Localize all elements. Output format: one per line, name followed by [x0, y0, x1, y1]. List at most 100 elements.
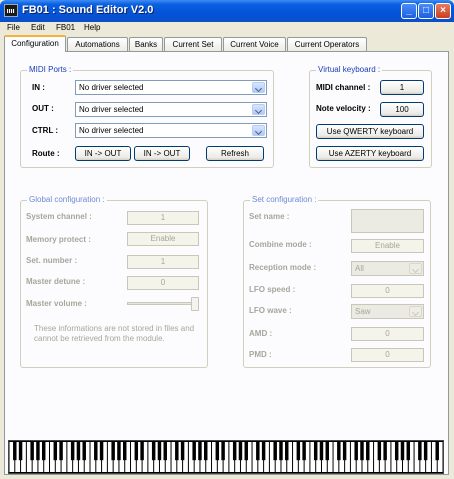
black-key[interactable] — [117, 441, 121, 461]
tab-automations[interactable]: Automations — [67, 37, 128, 51]
black-key[interactable] — [400, 441, 405, 461]
black-key[interactable] — [418, 441, 422, 461]
menu-fb01[interactable]: FB01 — [56, 23, 75, 32]
black-key[interactable] — [360, 441, 364, 461]
black-key[interactable] — [111, 441, 115, 461]
chevron-down-icon[interactable] — [252, 125, 265, 136]
black-key[interactable] — [204, 441, 208, 461]
in-port-select[interactable]: No driver selected — [75, 80, 267, 95]
black-key[interactable] — [435, 441, 439, 461]
black-key[interactable] — [82, 441, 86, 461]
menu-help[interactable]: Help — [84, 23, 100, 32]
pmd-field[interactable]: 0 — [351, 348, 424, 362]
amd-field[interactable]: 0 — [351, 327, 424, 341]
black-key[interactable] — [53, 441, 58, 461]
tab-current-set[interactable]: Current Set — [164, 37, 222, 51]
system-channel-field[interactable]: 1 — [127, 211, 199, 225]
black-key[interactable] — [244, 441, 248, 461]
tab-banks[interactable]: Banks — [129, 37, 163, 51]
close-button[interactable]: × — [435, 3, 451, 19]
black-key[interactable] — [151, 441, 156, 461]
qwerty-keyboard-button[interactable]: Use QWERTY keyboard — [316, 124, 424, 139]
black-key[interactable] — [198, 441, 202, 461]
chevron-down-icon[interactable] — [409, 306, 422, 317]
virtual-piano-keyboard[interactable] — [8, 440, 444, 474]
title-bar[interactable]: FB01 : Sound Editor V2.0 _ □ × — [0, 0, 454, 22]
black-key[interactable] — [337, 441, 341, 461]
black-key[interactable] — [99, 441, 104, 461]
black-key[interactable] — [394, 441, 399, 461]
midi-channel-field[interactable]: 1 — [380, 80, 424, 95]
black-key[interactable] — [261, 441, 266, 461]
black-key[interactable] — [273, 441, 277, 461]
ctrl-port-select[interactable]: No driver selected — [75, 123, 267, 138]
black-key[interactable] — [157, 441, 162, 461]
piano-keys[interactable] — [9, 441, 443, 473]
black-key[interactable] — [30, 441, 34, 461]
black-key[interactable] — [59, 441, 63, 461]
master-volume-slider[interactable] — [127, 302, 199, 305]
refresh-button[interactable]: Refresh — [206, 146, 264, 161]
black-key[interactable] — [70, 441, 75, 461]
tab-current-voice[interactable]: Current Voice — [223, 37, 286, 51]
black-key[interactable] — [279, 441, 283, 461]
black-key[interactable] — [302, 441, 306, 461]
black-key[interactable] — [140, 441, 144, 461]
black-key[interactable] — [13, 441, 17, 461]
black-key[interactable] — [18, 441, 23, 461]
menu-edit[interactable]: Edit — [31, 23, 45, 32]
maximize-button[interactable]: □ — [418, 3, 434, 19]
menu-file[interactable]: File — [7, 23, 20, 32]
black-key[interactable] — [238, 441, 243, 461]
black-key[interactable] — [123, 441, 127, 461]
note-velocity-field[interactable]: 100 — [380, 102, 424, 117]
chevron-down-icon[interactable] — [252, 104, 265, 115]
black-key[interactable] — [36, 441, 40, 461]
black-key[interactable] — [377, 441, 382, 461]
minimize-button[interactable]: _ — [401, 3, 417, 19]
set-number-field[interactable]: 1 — [127, 255, 199, 269]
combine-mode-button[interactable]: Enable — [351, 239, 424, 253]
chevron-down-icon[interactable] — [252, 82, 265, 93]
black-key[interactable] — [325, 441, 329, 461]
black-key[interactable] — [76, 441, 81, 461]
black-key[interactable] — [313, 441, 318, 461]
black-key[interactable] — [41, 441, 46, 461]
set-name-field[interactable] — [351, 209, 424, 233]
master-detune-field[interactable]: 0 — [127, 276, 199, 290]
master-volume-slider-thumb[interactable] — [191, 297, 199, 311]
lfo-wave-select[interactable]: Saw — [351, 304, 424, 319]
black-key[interactable] — [180, 441, 185, 461]
memory-protect-button[interactable]: Enable — [127, 232, 199, 246]
set-number-label: Set. number : — [26, 256, 78, 265]
tab-current-operators[interactable]: Current Operators — [287, 37, 367, 51]
black-key[interactable] — [256, 441, 260, 461]
black-key[interactable] — [366, 441, 370, 461]
black-key[interactable] — [296, 441, 301, 461]
black-key[interactable] — [94, 441, 98, 461]
tab-configuration[interactable]: Configuration — [4, 35, 66, 52]
reception-mode-select[interactable]: All — [351, 261, 424, 276]
black-key[interactable] — [163, 441, 167, 461]
black-key[interactable] — [383, 441, 387, 461]
black-key[interactable] — [423, 441, 428, 461]
out-port-select[interactable]: No driver selected — [75, 102, 267, 117]
lfo-speed-field[interactable]: 0 — [351, 284, 424, 298]
black-key[interactable] — [319, 441, 324, 461]
black-key[interactable] — [221, 441, 225, 461]
black-key[interactable] — [406, 441, 411, 461]
route-in-out-button-2[interactable]: IN -> OUT — [134, 146, 190, 161]
black-key[interactable] — [134, 441, 139, 461]
black-key[interactable] — [192, 441, 196, 461]
menu-bar: File Edit FB01 Help — [0, 22, 454, 35]
chevron-down-icon[interactable] — [409, 263, 422, 274]
set-name-label: Set name : — [249, 212, 290, 221]
black-key[interactable] — [354, 441, 358, 461]
route-in-out-button-1[interactable]: IN -> OUT — [75, 146, 131, 161]
black-key[interactable] — [285, 441, 289, 461]
azerty-keyboard-button[interactable]: Use AZERTY keyboard — [316, 146, 424, 161]
black-key[interactable] — [342, 441, 347, 461]
black-key[interactable] — [232, 441, 237, 461]
black-key[interactable] — [215, 441, 220, 461]
black-key[interactable] — [175, 441, 179, 461]
